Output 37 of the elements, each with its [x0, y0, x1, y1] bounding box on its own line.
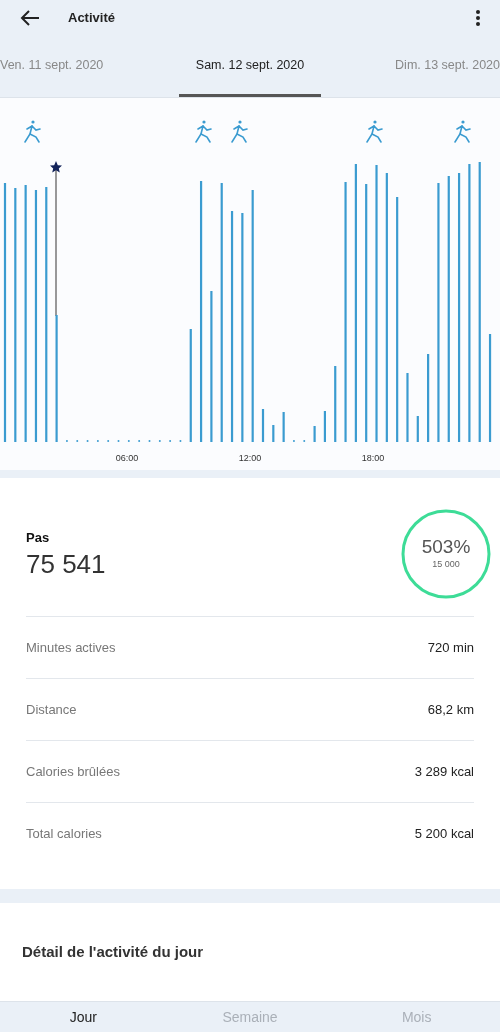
walking-icon	[24, 120, 41, 143]
step-bar	[406, 373, 409, 442]
goal-value: 15 000	[432, 558, 460, 572]
steps-label: Pas	[26, 529, 51, 548]
walking-icon	[231, 120, 248, 143]
walking-icon	[195, 120, 212, 143]
walking-icon	[366, 120, 383, 143]
step-bar	[261, 409, 265, 442]
time-label: 12:00	[238, 453, 262, 463]
step-bar	[416, 416, 419, 442]
time-label: 06:00	[115, 453, 139, 463]
period-tab[interactable]: Mois	[333, 1002, 500, 1032]
stat-label: Minutes actives	[26, 638, 116, 657]
screen-title: Activité	[68, 9, 116, 28]
stat-value: 5 200 kcal	[414, 825, 474, 844]
walking-icon	[454, 120, 471, 143]
back-icon[interactable]	[20, 10, 40, 26]
time-label: 18:00	[361, 453, 385, 463]
stat-label: Calories brûlées	[26, 762, 120, 781]
more-icon[interactable]	[476, 10, 480, 26]
date-tab[interactable]: Dim. 13 sept. 2020	[358, 36, 500, 97]
period-tab[interactable]: Jour	[0, 1002, 167, 1032]
star-icon	[50, 161, 62, 173]
step-bar	[272, 425, 275, 442]
stat-value: 3 289 kcal	[414, 762, 474, 781]
stat-value: 720 min	[427, 638, 474, 657]
period-tab[interactable]: Semaine	[166, 1002, 334, 1032]
date-tab[interactable]: Ven. 11 sept. 2020	[0, 36, 142, 97]
stat-value: 68,2 km	[427, 700, 474, 719]
step-bar	[313, 426, 316, 442]
stat-label: Distance	[26, 700, 77, 719]
stat-label: Total calories	[26, 825, 102, 844]
step-bar	[323, 411, 327, 442]
step-bar	[282, 412, 285, 442]
goal-percent: 503%	[421, 536, 471, 559]
steps-value: 75 541	[26, 547, 106, 580]
section-title: Détail de l'activité du jour	[22, 941, 204, 962]
